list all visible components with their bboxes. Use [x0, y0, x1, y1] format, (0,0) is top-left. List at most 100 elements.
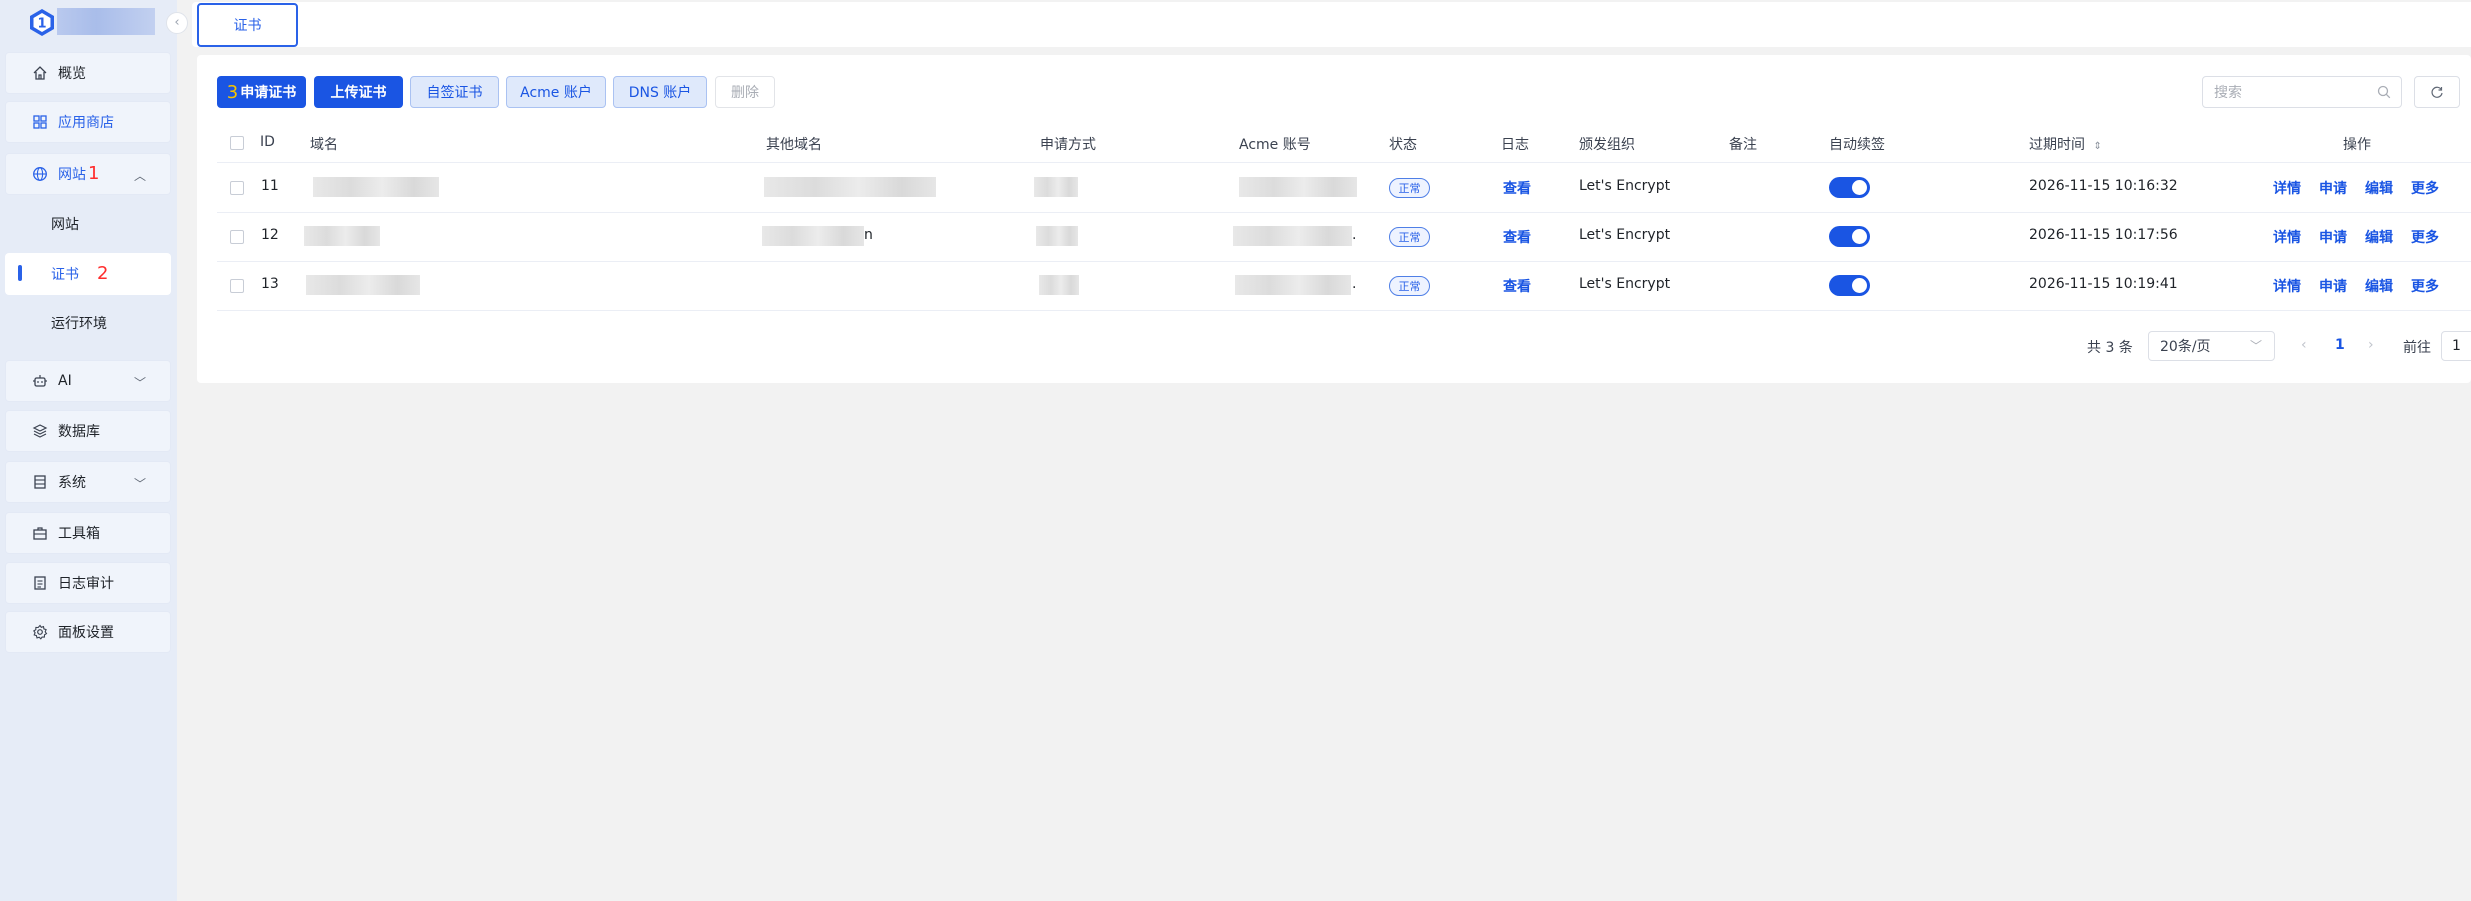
auto-renew-toggle[interactable] — [1829, 177, 1870, 198]
sidebar-item-panel-settings[interactable]: 面板设置 — [5, 611, 171, 653]
acme-account-redacted — [1239, 177, 1357, 197]
upload-certificate-button[interactable]: 上传证书 — [314, 76, 403, 108]
sidebar-item-label: 工具箱 — [58, 526, 100, 542]
sidebar-item-app-store[interactable]: 应用商店 — [5, 101, 171, 143]
chevron-right-icon: › — [2368, 337, 2374, 353]
sidebar-item-ai[interactable]: AI ﹀ — [5, 360, 171, 402]
detail-link[interactable]: 详情 — [2273, 276, 2301, 296]
status-badge: 正常 — [1389, 178, 1430, 198]
select-all-checkbox[interactable] — [230, 136, 244, 150]
row-checkbox[interactable] — [230, 230, 244, 244]
cell-issuer: Let's Encrypt — [1579, 178, 1671, 194]
apply-link[interactable]: 申请 — [2319, 227, 2347, 247]
view-log-link[interactable]: 查看 — [1503, 276, 1531, 296]
refresh-button[interactable] — [2414, 76, 2460, 108]
sidebar-item-toolbox[interactable]: 工具箱 — [5, 512, 171, 554]
sidebar-item-system[interactable]: 系统 ﹀ — [5, 461, 171, 503]
cell-expire: 2026-11-15 10:16:32 — [2029, 178, 2178, 194]
delete-button[interactable]: 删除 — [715, 76, 775, 108]
tab-certificate[interactable]: 证书 — [197, 3, 298, 47]
home-icon — [30, 63, 50, 83]
sidebar-item-log-audit[interactable]: 日志审计 — [5, 562, 171, 604]
button-label: 删除 — [731, 85, 759, 101]
robot-icon — [30, 371, 50, 391]
more-link[interactable]: 更多 — [2411, 178, 2439, 198]
detail-link[interactable]: 详情 — [2273, 227, 2301, 247]
view-log-link[interactable]: 查看 — [1503, 227, 1531, 247]
cell-issuer: Let's Encrypt — [1579, 227, 1671, 243]
globe-icon — [30, 164, 50, 184]
sidebar-item-label: 应用商店 — [58, 115, 114, 131]
chevron-down-icon: ﹀ — [2249, 339, 2262, 353]
acme-account-redacted — [1235, 275, 1351, 295]
row-checkbox[interactable] — [230, 279, 244, 293]
log-icon — [30, 573, 50, 593]
sidebar-subitem-runtime[interactable]: 运行环境 — [5, 302, 171, 344]
apply-link[interactable]: 申请 — [2319, 276, 2347, 296]
edit-link[interactable]: 编辑 — [2365, 227, 2393, 247]
chevron-left-icon: ‹ — [174, 15, 180, 30]
sidebar-item-label: 运行环境 — [51, 316, 107, 332]
method-redacted — [1036, 226, 1078, 246]
sidebar-item-website[interactable]: 网站 1 ︿ — [5, 153, 171, 195]
column-header-auto-renew: 自动续签 — [1829, 137, 1885, 153]
goto-label: 前往 — [2403, 340, 2431, 356]
auto-renew-toggle[interactable] — [1829, 275, 1870, 296]
svg-text:1: 1 — [37, 17, 46, 32]
more-link[interactable]: 更多 — [2411, 276, 2439, 296]
column-header-remark: 备注 — [1729, 137, 1757, 153]
sidebar-item-label: 网站 — [58, 167, 86, 183]
method-redacted — [1034, 177, 1078, 197]
status-badge: 正常 — [1389, 276, 1430, 296]
gear-icon — [30, 622, 50, 642]
sidebar-item-label: 面板设置 — [58, 625, 114, 641]
sidebar-item-overview[interactable]: 概览 — [5, 52, 171, 94]
sidebar-item-database[interactable]: 数据库 — [5, 410, 171, 452]
sidebar-item-label: 系统 — [58, 475, 86, 491]
self-signed-certificate-button[interactable]: 自签证书 — [410, 76, 499, 108]
page-size-value: 20条/页 — [2160, 339, 2211, 355]
detail-link[interactable]: 详情 — [2273, 178, 2301, 198]
edit-link[interactable]: 编辑 — [2365, 276, 2393, 296]
collapse-sidebar-button[interactable]: ‹ — [166, 12, 188, 34]
cell-id: 11 — [261, 178, 279, 194]
auto-renew-toggle[interactable] — [1829, 226, 1870, 247]
divider — [217, 162, 2471, 163]
page-size-select[interactable]: 20条/页 ﹀ — [2148, 331, 2275, 361]
domain-redacted — [306, 275, 420, 295]
grid-icon — [30, 112, 50, 132]
view-log-link[interactable]: 查看 — [1503, 178, 1531, 198]
logo: 1 — [0, 0, 177, 44]
toolbox-icon — [30, 523, 50, 543]
refresh-icon — [2431, 86, 2443, 98]
domain-redacted — [313, 177, 439, 197]
goto-value: 1 — [2452, 338, 2461, 354]
column-header-actions: 操作 — [2343, 137, 2371, 153]
logo-icon: 1 — [30, 9, 54, 36]
apply-link[interactable]: 申请 — [2319, 178, 2347, 198]
row-checkbox[interactable] — [230, 181, 244, 195]
button-label: Acme 账户 — [520, 85, 592, 101]
page-number[interactable]: 1 — [2335, 337, 2345, 353]
column-header-expire[interactable]: 过期时间 ⇕ — [2029, 134, 2102, 154]
divider — [217, 212, 2471, 213]
apply-certificate-button[interactable]: 3 申请证书 — [217, 76, 306, 108]
sidebar-item-label: AI — [58, 373, 72, 389]
sidebar-subitem-website[interactable]: 网站 — [5, 203, 171, 245]
column-header-issuer: 颁发组织 — [1579, 137, 1635, 153]
other-domains-redacted — [764, 177, 936, 197]
more-link[interactable]: 更多 — [2411, 227, 2439, 247]
edit-link[interactable]: 编辑 — [2365, 178, 2393, 198]
domain-redacted — [304, 226, 380, 246]
goto-page-input[interactable]: 1 — [2441, 331, 2471, 361]
next-page-button[interactable]: › — [2368, 337, 2374, 353]
dns-account-button[interactable]: DNS 账户 — [613, 76, 707, 108]
search-input[interactable]: 搜索 — [2202, 76, 2402, 108]
acme-account-button[interactable]: Acme 账户 — [506, 76, 606, 108]
column-header-other-domains: 其他域名 — [766, 137, 822, 153]
sidebar-subitem-certificate[interactable]: 证书 2 — [5, 253, 171, 295]
button-label: 申请证书 — [240, 85, 297, 101]
column-header-method: 申请方式 — [1040, 137, 1096, 153]
prev-page-button[interactable]: ‹ — [2301, 337, 2307, 353]
method-redacted — [1039, 275, 1079, 295]
